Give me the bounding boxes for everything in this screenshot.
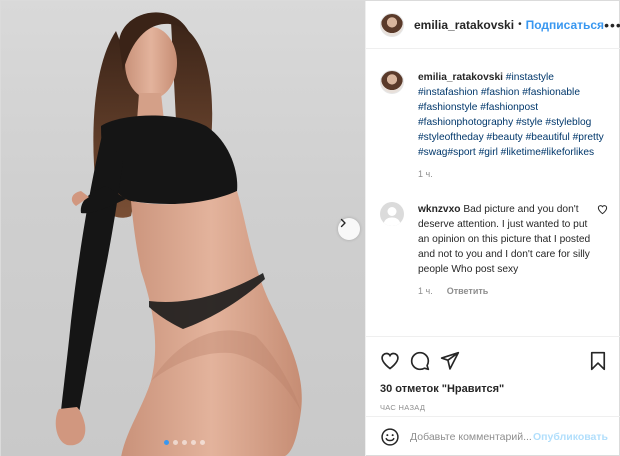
carousel-dot — [164, 440, 169, 445]
small-heart-icon — [597, 205, 608, 215]
next-slide-button[interactable] — [338, 218, 360, 240]
comment-body: wknzvxo Bad picture and you don't deserv… — [418, 202, 594, 299]
author-avatar[interactable] — [380, 12, 404, 37]
heart-icon — [381, 352, 399, 370]
emoji-icon — [381, 428, 399, 446]
add-comment-bar: Опубликовать — [366, 416, 620, 456]
share-button[interactable] — [440, 351, 460, 371]
save-button[interactable] — [588, 351, 608, 371]
carousel-dot — [182, 440, 187, 445]
comment-icon — [410, 351, 430, 371]
share-icon — [440, 351, 460, 370]
comment-meta: 1 ч. Ответить — [418, 284, 594, 299]
comments-section: emilia_ratakovski #instastyle #instafash… — [366, 50, 620, 336]
carousel-dot — [191, 440, 196, 445]
emoji-button[interactable] — [380, 427, 400, 447]
post-side-panel: emilia_ratakovski • Подписаться ••• emil… — [365, 1, 620, 456]
carousel-dot — [200, 440, 205, 445]
photo-illustration — [55, 12, 302, 456]
comment-like-button[interactable] — [597, 204, 608, 215]
comment-time[interactable]: 1 ч. — [418, 284, 433, 299]
chevron-right-icon — [340, 218, 346, 228]
follow-button[interactable]: Подписаться — [526, 18, 604, 32]
caption-time[interactable]: 1 ч. — [418, 167, 606, 182]
more-options-button[interactable]: ••• — [604, 17, 620, 33]
like-button[interactable] — [380, 351, 400, 371]
action-icons — [380, 347, 608, 375]
caption-body: emilia_ratakovski #instastyle #instafash… — [418, 70, 606, 182]
author-username[interactable]: emilia_ratakovski — [414, 18, 514, 32]
likes-count[interactable]: 30 отметок "Нравится" — [380, 383, 608, 395]
comment-input[interactable] — [410, 431, 534, 443]
header-separator: • — [518, 19, 522, 30]
caption-username[interactable]: emilia_ratakovski — [418, 72, 503, 83]
caption-avatar[interactable] — [380, 70, 404, 94]
post-caption: emilia_ratakovski #instastyle #instafash… — [380, 70, 608, 182]
carousel-indicator — [164, 440, 205, 445]
posted-time[interactable]: ЧАС НАЗАД — [380, 403, 608, 412]
comment-button[interactable] — [410, 351, 430, 371]
default-avatar-icon — [383, 207, 401, 226]
carousel-dot — [173, 440, 178, 445]
comment-item: wknzvxo Bad picture and you don't deserv… — [380, 202, 608, 299]
post-header: emilia_ratakovski • Подписаться ••• — [366, 1, 620, 49]
instagram-post: emilia_ratakovski • Подписаться ••• emil… — [0, 0, 620, 456]
caption-hashtags[interactable]: #instastyle #instafashion #fashion #fash… — [418, 72, 604, 158]
publish-button[interactable]: Опубликовать — [533, 431, 608, 443]
bookmark-icon — [590, 351, 606, 371]
commenter-avatar[interactable] — [380, 202, 404, 226]
post-actions: 30 отметок "Нравится" ЧАС НАЗАД — [366, 336, 620, 416]
comment-reply-button[interactable]: Ответить — [447, 284, 489, 299]
commenter-username[interactable]: wknzvxo — [418, 204, 460, 215]
post-photo[interactable] — [1, 1, 365, 456]
